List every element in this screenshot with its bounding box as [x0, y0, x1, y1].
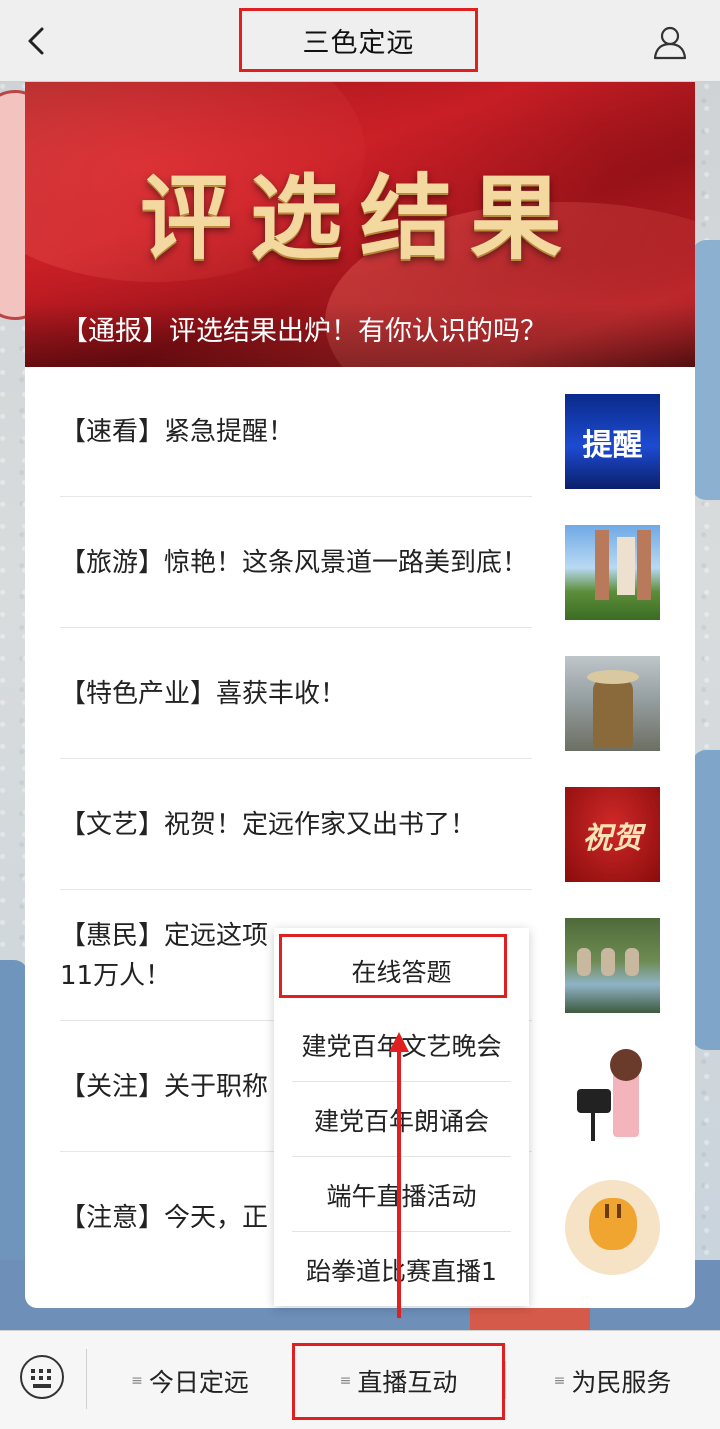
annotation-arrow-line [397, 1042, 401, 1318]
chevron-left-icon[interactable] [22, 26, 52, 56]
keyboard-key [47, 1369, 51, 1373]
thumbnail-gate-pillar [595, 530, 609, 600]
article-title: 【文艺】祝贺！定远作家又出书了！ [60, 760, 532, 890]
banner-caption: 【通报】评选结果出炉！有你认识的吗？ [25, 303, 695, 367]
tiger-icon [589, 1198, 637, 1250]
tiger-stripe [605, 1204, 609, 1218]
banner-title: 评选结果 [139, 164, 580, 272]
article-thumbnail [565, 525, 660, 620]
page-title-highlighted: 三色定远 [239, 8, 478, 72]
top-navigation-bar: 三色定远 [0, 0, 720, 82]
thumbnail-gate-plaque [617, 537, 635, 595]
thumbnail-worker [625, 948, 639, 976]
thumbnail-worker [601, 948, 615, 976]
video-camera-icon [577, 1089, 611, 1113]
article-thumbnail [565, 1049, 660, 1144]
keyboard-key [39, 1376, 43, 1380]
menu-lines-icon: ≡ [131, 1372, 143, 1389]
keyboard-icon[interactable] [20, 1355, 64, 1399]
menu-lines-icon: ≡ [553, 1372, 566, 1389]
thumbnail-farmer-hat [587, 670, 639, 684]
tab-label: 今日定远 [148, 1367, 249, 1397]
list-item[interactable]: 【速看】紧急提醒！ 提醒 [25, 367, 695, 498]
article-title: 【特色产业】喜获丰收！ [60, 629, 532, 759]
submenu-item-recitation[interactable]: 建党百年朗诵会 [274, 1082, 529, 1157]
keyboard-key [31, 1369, 35, 1373]
thumbnail-text: 祝贺 [582, 820, 643, 856]
keyboard-key [31, 1376, 35, 1380]
article-title-line-2: 11万人！ [60, 960, 172, 991]
article-thumbnail: 祝贺 [565, 787, 660, 882]
featured-banner[interactable]: 评选结果 【通报】评选结果出炉！有你认识的吗？ [25, 82, 695, 367]
list-item[interactable]: 【特色产业】喜获丰收！ [25, 629, 695, 760]
list-item[interactable]: 【文艺】祝贺！定远作家又出书了！ 祝贺 [25, 760, 695, 891]
article-title: 【旅游】惊艳！这条风景道一路美到底！ [60, 498, 532, 628]
tripod-icon [591, 1113, 595, 1141]
tab-serve-the-people[interactable]: ≡ 为民服务 [505, 1331, 720, 1429]
submenu-item-label: 跆拳道比赛直播1 [306, 1256, 497, 1286]
keyboard-spacebar [33, 1384, 51, 1388]
thumbnail-farmer [593, 678, 633, 748]
submenu-item-label: 建党百年朗诵会 [313, 1106, 489, 1136]
submenu-item-label: 端午直播活动 [326, 1181, 477, 1211]
tab-today-dingyuan[interactable]: ≡ 今日定远 [88, 1331, 292, 1429]
submenu-item-dragon-boat-live[interactable]: 端午直播活动 [274, 1157, 529, 1232]
article-title-line-1: 【惠民】定远这项 [60, 920, 269, 951]
background-illustration-right-lower [692, 750, 720, 1050]
article-thumbnail [565, 656, 660, 751]
article-thumbnail [565, 918, 660, 1013]
live-interaction-highlight-box [292, 1343, 505, 1420]
user-icon[interactable] [652, 24, 688, 60]
background-illustration-right [692, 240, 720, 500]
online-quiz-highlight-box [279, 934, 507, 998]
divider [86, 1349, 87, 1409]
keyboard-key [39, 1369, 43, 1373]
list-item[interactable]: 【旅游】惊艳！这条风景道一路美到底！ [25, 498, 695, 629]
submenu-item-taekwondo-live[interactable]: 跆拳道比赛直播1 [274, 1232, 529, 1307]
thumbnail-worker [577, 948, 591, 976]
tab-label: 为民服务 [571, 1367, 672, 1397]
article-thumbnail [565, 1180, 660, 1275]
thumbnail-gate-pillar [637, 530, 651, 600]
page-title: 三色定远 [302, 27, 415, 59]
tiger-stripe [617, 1204, 621, 1218]
article-thumbnail: 提醒 [565, 394, 660, 489]
thumbnail-girl-head [610, 1049, 642, 1081]
article-title: 【速看】紧急提醒！ [60, 367, 532, 497]
keyboard-key [47, 1376, 51, 1380]
annotation-arrow-head [389, 1032, 409, 1052]
thumbnail-text: 提醒 [582, 427, 643, 463]
